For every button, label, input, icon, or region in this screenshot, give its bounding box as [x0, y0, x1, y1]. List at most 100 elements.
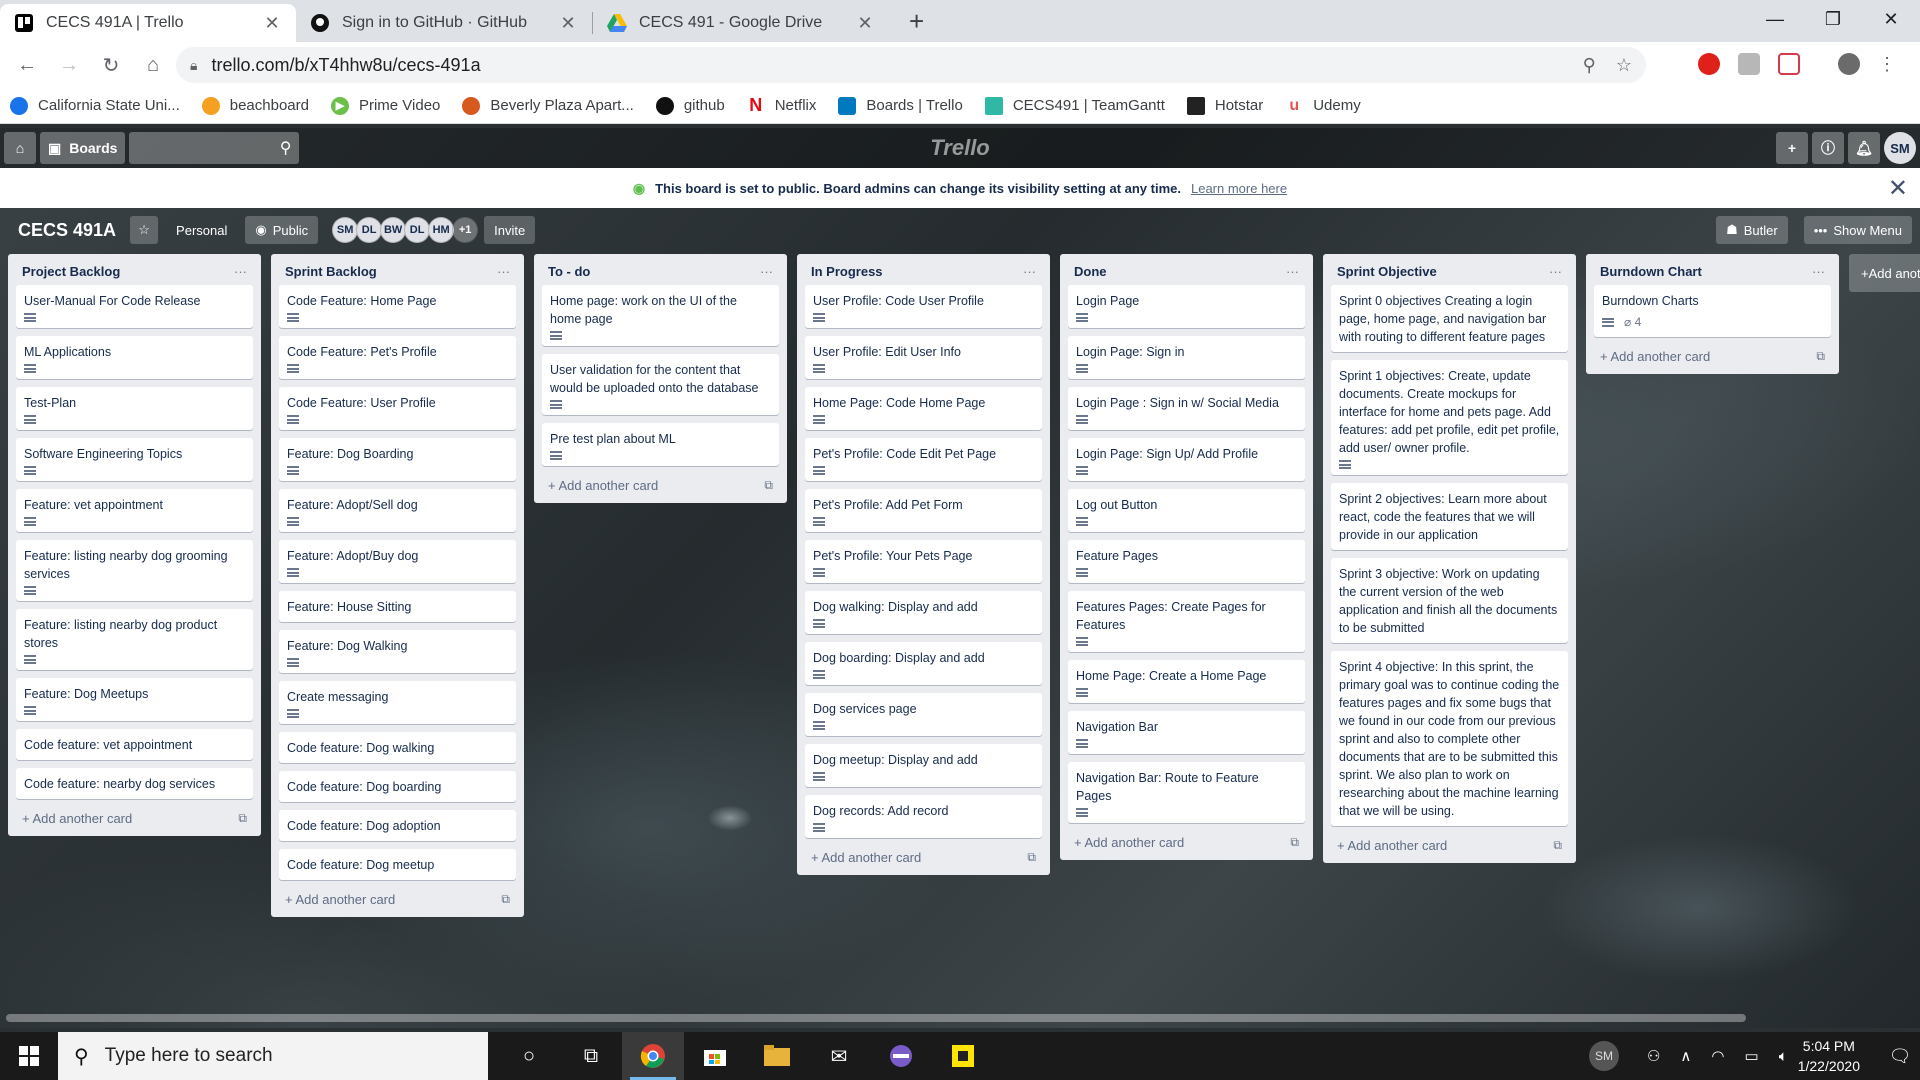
sticky-notes-icon[interactable]	[932, 1032, 994, 1080]
card[interactable]: Sprint 3 objective: Work on updating the…	[1331, 558, 1568, 643]
card[interactable]: Feature: listing nearby dog grooming ser…	[16, 540, 253, 601]
mail-icon[interactable]: ✉	[808, 1032, 870, 1080]
search-input[interactable]: ⚲	[129, 132, 300, 164]
card[interactable]: Login Page	[1068, 285, 1305, 328]
add-card-button[interactable]: + Add another card	[1600, 349, 1710, 364]
card[interactable]: Pre test plan about ML	[542, 423, 779, 466]
card[interactable]: Feature Pages	[1068, 540, 1305, 583]
card[interactable]: Pet's Profile: Add Pet Form	[805, 489, 1042, 532]
card[interactable]: Sprint 4 objective: In this sprint, the …	[1331, 651, 1568, 826]
info-button[interactable]: ⓘ	[1812, 132, 1844, 164]
card-template-icon[interactable]: ⧉	[1290, 835, 1299, 850]
address-bar[interactable]: 🔒︎ trello.com/b/xT4hhw8u/cecs-491a ⚲ ☆	[176, 47, 1646, 83]
card[interactable]: ML Applications	[16, 336, 253, 379]
card[interactable]: Feature: Adopt/Buy dog	[279, 540, 516, 583]
team-button[interactable]: Personal	[166, 216, 237, 244]
list-menu-icon[interactable]: ···	[760, 264, 773, 279]
card-template-icon[interactable]: ⧉	[501, 892, 510, 907]
card[interactable]: User Profile: Code User Profile	[805, 285, 1042, 328]
browser-tab-trello[interactable]: CECS 491A | Trello ✕	[0, 4, 296, 42]
card[interactable]: Software Engineering Topics	[16, 438, 253, 481]
media-app-icon[interactable]	[870, 1032, 932, 1080]
card[interactable]: Feature: Dog Meetups	[16, 678, 253, 721]
list-title[interactable]: To - do	[548, 264, 590, 279]
card[interactable]: Dog walking: Display and add	[805, 591, 1042, 634]
learn-more-link[interactable]: Learn more here	[1191, 181, 1287, 196]
trello-logo[interactable]: Trello	[930, 135, 990, 161]
list-menu-icon[interactable]: ···	[234, 264, 247, 279]
reload-icon[interactable]: ↻	[90, 53, 132, 78]
volume-icon[interactable]: 🔈︎	[1779, 1048, 1788, 1065]
card[interactable]: Code feature: nearby dog services	[16, 768, 253, 799]
list-title[interactable]: Sprint Objective	[1337, 264, 1437, 279]
user-avatar[interactable]: SM	[1588, 1041, 1619, 1071]
taskbar-search-input[interactable]: ⚲ Type here to search	[58, 1032, 488, 1080]
add-list-button[interactable]: + Add another list	[1849, 254, 1920, 292]
add-card-button[interactable]: + Add another card	[548, 478, 658, 493]
bookmark-star-icon[interactable]: ☆	[1616, 55, 1632, 76]
card[interactable]: Pet's Profile: Code Edit Pet Page	[805, 438, 1042, 481]
card[interactable]: Home page: work on the UI of the home pa…	[542, 285, 779, 346]
card[interactable]: Sprint 0 objectives Creating a login pag…	[1331, 285, 1568, 352]
user-avatar[interactable]: SM	[1884, 132, 1916, 164]
file-explorer-icon[interactable]	[746, 1032, 808, 1080]
minimize-icon[interactable]: —	[1746, 0, 1804, 40]
list-title[interactable]: Burndown Chart	[1600, 264, 1702, 279]
bookmark-beverly[interactable]: Beverly Plaza Apart...	[462, 96, 634, 115]
bookmark-udemy[interactable]: u Udemy	[1285, 97, 1360, 115]
star-button[interactable]: ☆	[130, 216, 159, 244]
card[interactable]: Feature: vet appointment	[16, 489, 253, 532]
battery-icon[interactable]: ▭	[1745, 1047, 1759, 1065]
card[interactable]: Feature: Adopt/Sell dog	[279, 489, 516, 532]
chevron-up-icon[interactable]: ∧	[1680, 1047, 1691, 1065]
butler-button[interactable]: ☗ Butler	[1716, 216, 1788, 244]
add-card-button[interactable]: + Add another card	[1337, 838, 1447, 853]
card[interactable]: Sprint 2 objectives: Learn more about re…	[1331, 483, 1568, 550]
member-avatar[interactable]: DL	[404, 217, 431, 243]
add-card-button[interactable]: + Add another card	[22, 811, 132, 826]
card[interactable]: Navigation Bar: Route to Feature Pages	[1068, 762, 1305, 823]
list-title[interactable]: Done	[1074, 264, 1107, 279]
card[interactable]: Dog records: Add record	[805, 795, 1042, 838]
card[interactable]: Burndown Charts ⌀ 4	[1594, 285, 1831, 337]
home-icon[interactable]: ⌂	[132, 54, 174, 77]
card[interactable]: Feature: Dog Walking	[279, 630, 516, 673]
show-menu-button[interactable]: ••• Show Menu	[1803, 216, 1912, 244]
card[interactable]: Code feature: Dog meetup	[279, 849, 516, 880]
windows-start-icon[interactable]	[0, 1032, 58, 1080]
list-menu-icon[interactable]: ···	[1286, 264, 1299, 279]
card[interactable]: Log out Button	[1068, 489, 1305, 532]
browser-tab-drive[interactable]: CECS 491 - Google Drive ✕	[593, 4, 889, 42]
card[interactable]: Navigation Bar	[1068, 711, 1305, 754]
close-window-icon[interactable]: ✕	[1862, 0, 1920, 40]
profile-avatar-icon[interactable]	[1838, 53, 1860, 75]
wifi-icon[interactable]: ◠	[1711, 1047, 1724, 1065]
card[interactable]: Login Page: Sign in	[1068, 336, 1305, 379]
list-title[interactable]: In Progress	[811, 264, 883, 279]
browser-tab-github[interactable]: Sign in to GitHub · GitHub ✕	[296, 4, 592, 42]
card[interactable]: Feature: House Sitting	[279, 591, 516, 622]
bookmark-teamgantt[interactable]: CECS491 | TeamGantt	[984, 96, 1165, 115]
card[interactable]: Feature: listing nearby dog product stor…	[16, 609, 253, 670]
more-members[interactable]: +1	[452, 217, 479, 243]
card-template-icon[interactable]: ⧉	[764, 478, 773, 493]
card[interactable]: Home Page: Code Home Page	[805, 387, 1042, 430]
card[interactable]: Code feature: Dog adoption	[279, 810, 516, 841]
bookmark-trello[interactable]: Boards | Trello	[838, 96, 963, 115]
card[interactable]: Login Page: Sign Up/ Add Profile	[1068, 438, 1305, 481]
board-title[interactable]: CECS 491A	[18, 220, 116, 241]
close-tab-icon[interactable]: ✕	[262, 13, 282, 34]
card[interactable]: Dog services page	[805, 693, 1042, 736]
notifications-button[interactable]: 🔔︎	[1848, 132, 1880, 164]
list-title[interactable]: Sprint Backlog	[285, 264, 377, 279]
bookmark-beachboard[interactable]: beachboard	[201, 96, 309, 115]
pocket-extension-icon[interactable]	[1778, 53, 1800, 75]
bookmark-csu[interactable]: California State Uni...	[10, 96, 180, 115]
bookmark-netflix[interactable]: N Netflix	[747, 95, 816, 115]
card-template-icon[interactable]: ⧉	[238, 811, 247, 826]
people-icon[interactable]: ⚇	[1647, 1047, 1660, 1065]
close-icon[interactable]: ✕	[1888, 174, 1908, 203]
close-tab-icon[interactable]: ✕	[855, 13, 875, 34]
member-avatar[interactable]: HM	[428, 217, 455, 243]
forward-icon[interactable]: →	[48, 54, 90, 77]
